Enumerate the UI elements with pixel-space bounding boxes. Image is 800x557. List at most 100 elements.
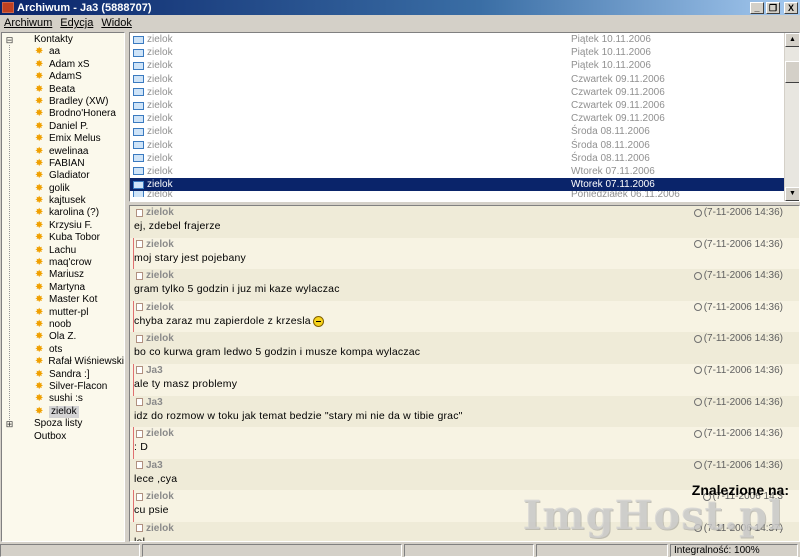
contact-item[interactable]: ✸ aa xyxy=(2,46,124,58)
contact-item[interactable]: ✸ ewelinaa xyxy=(2,146,124,158)
message-header: zielok (7-11-2006 14:36) xyxy=(130,269,799,282)
message-time: (7-11-2006 14:36) xyxy=(703,459,783,471)
contact-item[interactable]: ✸ karolina (?) xyxy=(2,207,124,219)
message-text: moj stary jest pojebany xyxy=(134,251,246,264)
message-icon xyxy=(133,35,144,44)
conversation-row[interactable]: zielok Piątek 10.11.2006 xyxy=(130,59,799,72)
menu-archiwum[interactable]: Archiwum xyxy=(4,17,52,29)
close-button[interactable]: X xyxy=(784,1,798,14)
contact-item[interactable]: ✸ Bradley (XW) xyxy=(2,96,124,108)
contacts-tree[interactable]: ⊟ Kontakty ✸ aa ✸ Adam xS ✸ AdamS ✸ Beata ✸ Bradley… xyxy=(1,32,125,542)
contact-item[interactable]: ✸ Krzysiu F. xyxy=(2,220,124,232)
message-time: (7-11-2006 14:36) xyxy=(703,333,783,345)
contact-item[interactable]: ✸ Lachu xyxy=(2,245,124,257)
scroll-down-button[interactable]: ▼ xyxy=(785,187,799,201)
contact-item[interactable]: ✸ Rafał Wiśniewski xyxy=(2,356,124,368)
tree-root-label: Spoza listy xyxy=(34,418,83,430)
contact-item[interactable]: ✸ Beata xyxy=(2,84,124,96)
tree-root-2[interactable]: Outbox xyxy=(2,431,124,443)
conversation-row[interactable]: zielok Środa 08.11.2006 xyxy=(130,152,799,165)
message-text: idz do rozmow w toku jak temat bedzie "s… xyxy=(134,409,463,422)
clock-icon xyxy=(693,303,702,312)
message-sender: zielok xyxy=(146,238,174,250)
row-contact: zielok xyxy=(147,86,173,98)
list-scrollbar[interactable]: ▲ ▼ xyxy=(784,33,799,201)
conversation-row[interactable]: zielok Środa 08.11.2006 xyxy=(130,125,799,138)
message-sender: zielok xyxy=(146,301,174,313)
contact-item[interactable]: ✸ mutter-pl xyxy=(2,307,124,319)
conversation-row[interactable]: zielok Wtorek 07.11.2006 xyxy=(130,165,799,178)
contact-item[interactable]: ✸ Kuba Tobor xyxy=(2,232,124,244)
chat-message: zielok (7-11-2006 14:36) chyba zaraz mu za… xyxy=(130,301,799,333)
minimize-button[interactable]: _ xyxy=(750,1,764,14)
conversation-row[interactable]: zielok Czwartek 09.11.2006 xyxy=(130,73,799,86)
scroll-up-button[interactable]: ▲ xyxy=(785,33,799,47)
conversation-list[interactable]: zielok Piątek 10.11.2006 zielok Piątek 10.1… xyxy=(129,32,800,202)
contact-item[interactable]: ✸ zielok xyxy=(2,405,124,419)
status-flower-icon: ✸ xyxy=(35,306,44,318)
conversation-row[interactable]: zielok Czwartek 09.11.2006 xyxy=(130,86,799,99)
conversation-row[interactable]: zielok Czwartek 09.11.2006 xyxy=(130,112,799,125)
contact-item[interactable]: ✸ noob xyxy=(2,319,124,331)
message-header: zielok (7-11-2006 14:36) xyxy=(130,427,799,440)
menu-widok[interactable]: Widok xyxy=(101,17,132,29)
chat-message: zielok (7-11-2006 14:36) moj stary jest po… xyxy=(130,238,799,270)
row-contact: zielok xyxy=(147,126,173,138)
message-body: gram tylko 5 godzin i juz mi kaze wylacz… xyxy=(130,282,799,296)
status-flower-icon: ✸ xyxy=(35,368,44,380)
status-pane-2 xyxy=(142,544,402,557)
contact-item[interactable]: ✸ kajtusek xyxy=(2,195,124,207)
contact-item[interactable]: ✸ Martyna xyxy=(2,282,124,294)
conversation-row[interactable]: zielok Czwartek 09.11.2006 xyxy=(130,99,799,112)
contact-item[interactable]: ✸ Silver-Flacon xyxy=(2,381,124,393)
contact-item[interactable]: ✸ Emix Melus xyxy=(2,133,124,145)
message-text: cu psie xyxy=(134,504,169,517)
contact-item[interactable]: ✸ Master Kot xyxy=(2,294,124,306)
window-title: Archiwum - Ja3 (5888707) xyxy=(17,1,152,14)
maximize-button[interactable]: ❐ xyxy=(766,1,780,14)
tree-root-1[interactable]: ⊞ Spoza listy xyxy=(2,418,124,430)
contact-item[interactable]: ✸ ots xyxy=(2,344,124,356)
row-contact: zielok xyxy=(147,60,173,72)
message-text: ej, zdebel frajerze xyxy=(134,220,221,232)
conversation-row[interactable]: zielok Piątek 10.11.2006 xyxy=(130,33,799,46)
contact-item[interactable]: ✸ Brodno'Honera xyxy=(2,108,124,120)
status-flower-icon: ✸ xyxy=(35,83,44,95)
conversation-row[interactable]: zielok Wtorek 07.11.2006 xyxy=(130,178,799,192)
expand-toggle-icon[interactable] xyxy=(5,432,14,441)
expand-toggle-icon[interactable]: ⊟ xyxy=(5,35,14,45)
contact-item[interactable]: ✸ Mariusz xyxy=(2,269,124,281)
message-text: lece ,cya xyxy=(134,472,178,485)
contact-item[interactable]: ✸ Adam xS xyxy=(2,59,124,71)
contact-item[interactable]: ✸ Daniel P. xyxy=(2,121,124,133)
contact-item[interactable]: ✸ sushi :s xyxy=(2,393,124,405)
contact-item[interactable]: ✸ Gladiator xyxy=(2,170,124,182)
contact-item[interactable]: ✸ AdamS xyxy=(2,71,124,83)
row-date: Wtorek 07.11.2006 xyxy=(571,165,655,177)
menu-edycja[interactable]: Edycja xyxy=(60,17,93,29)
status-flower-icon: ✸ xyxy=(35,58,44,70)
conversation-row[interactable]: zielok Poniedziałek 06.11.2006 xyxy=(130,191,799,198)
contact-item[interactable]: ✸ maq'crow xyxy=(2,257,124,269)
conversation-row[interactable]: zielok Środa 08.11.2006 xyxy=(130,139,799,152)
conversation-row[interactable]: zielok Piątek 10.11.2006 xyxy=(130,46,799,59)
message-doc-icon xyxy=(136,366,143,375)
contact-item[interactable]: ✸ Sandra :] xyxy=(2,369,124,381)
row-date: Środa 08.11.2006 xyxy=(571,139,650,151)
message-text: : D xyxy=(134,441,149,454)
status-flower-icon: ✸ xyxy=(35,281,44,293)
contact-name: Rafał Wiśniewski xyxy=(48,356,124,368)
contact-item[interactable]: ✸ Ola Z. xyxy=(2,331,124,343)
contact-item[interactable]: ✸ FABIAN xyxy=(2,158,124,170)
expand-toggle-icon[interactable]: ⊞ xyxy=(5,419,14,429)
row-contact: zielok xyxy=(147,165,173,177)
status-flower-icon: ✸ xyxy=(35,207,44,219)
message-icon xyxy=(133,191,144,198)
status-flower-icon: ✸ xyxy=(35,356,44,368)
contact-item[interactable]: ✸ golik xyxy=(2,183,124,195)
row-date: Czwartek 09.11.2006 xyxy=(571,99,665,111)
row-contact: zielok xyxy=(147,113,173,125)
scroll-thumb[interactable] xyxy=(785,61,799,83)
tree-root-0[interactable]: ⊟ Kontakty xyxy=(2,34,124,46)
conversation-rows: zielok Piątek 10.11.2006 zielok Piątek 10.1… xyxy=(130,33,799,198)
